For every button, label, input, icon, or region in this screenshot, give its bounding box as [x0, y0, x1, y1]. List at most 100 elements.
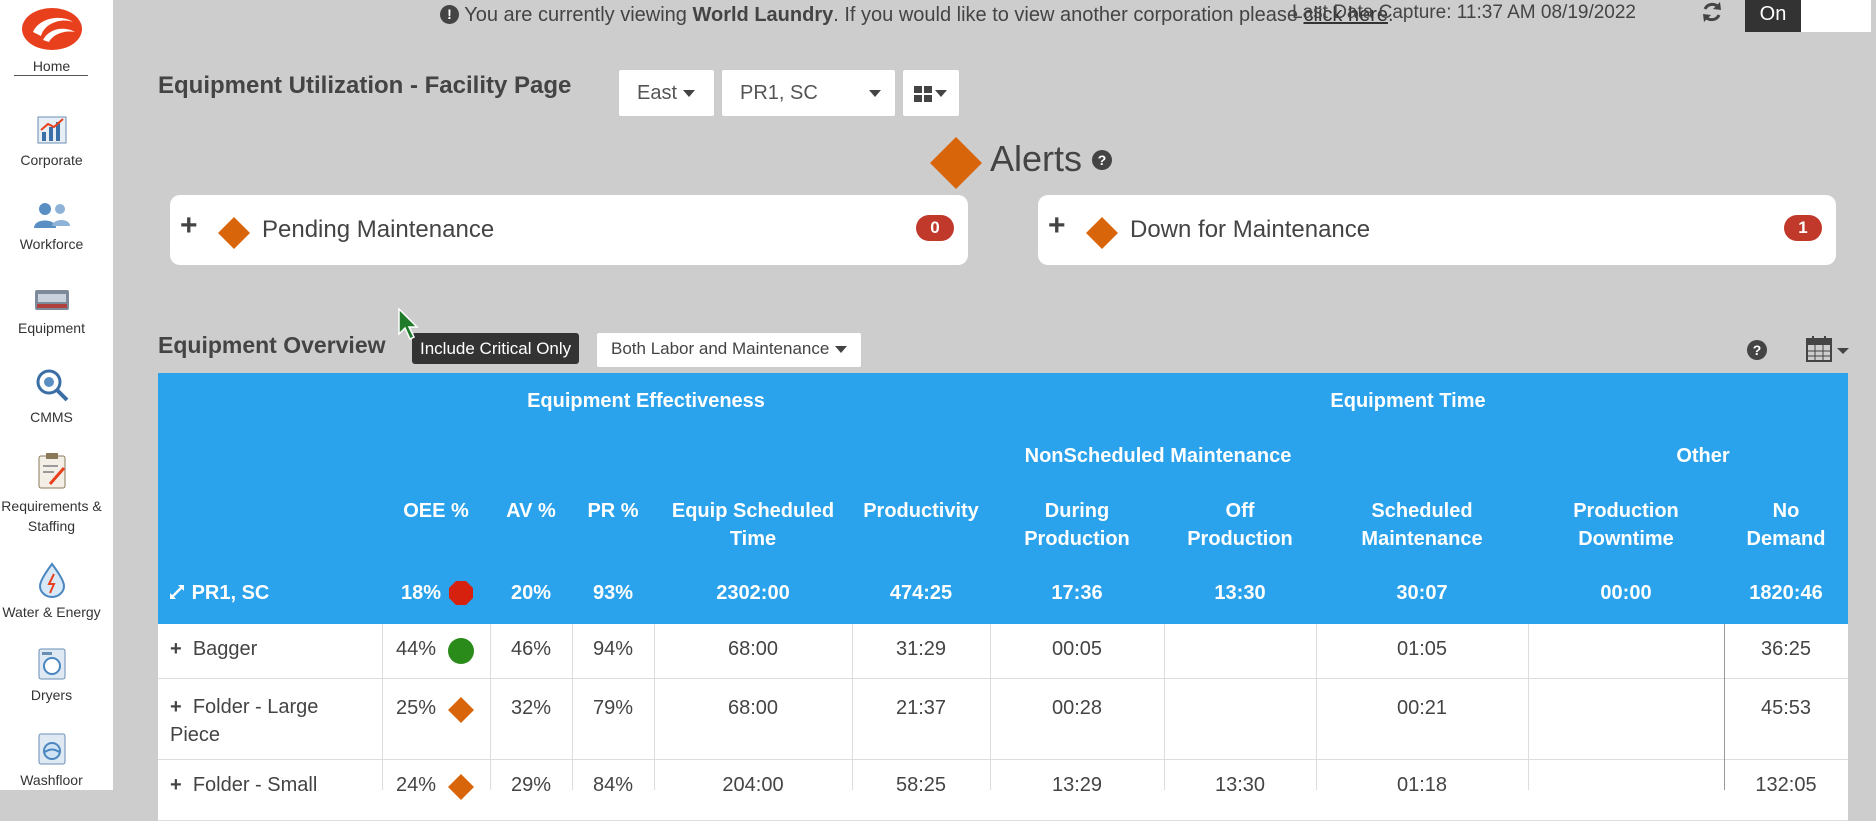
table-header: Equipment Effectiveness Equipment Time N…	[158, 373, 1848, 624]
during-production-value: 00:05	[1051, 638, 1103, 660]
alert-card-down-for-maintenance[interactable]: + Down for Maintenance 1	[1038, 195, 1836, 265]
alert-card-pending-maintenance[interactable]: + Pending Maintenance 0	[170, 195, 968, 265]
column-header-equip-scheduled-time[interactable]: Equip Scheduled Time	[654, 497, 852, 553]
sidebar-item-corporate[interactable]: Corporate	[0, 114, 103, 168]
equipment-name: Folder - Large	[192, 696, 319, 718]
productivity-value: 58:25	[895, 774, 947, 796]
sidebar-item-dryers[interactable]: Dryers	[0, 647, 103, 703]
scheduled-time-value: 68:00	[727, 697, 779, 719]
chevron-down-icon	[683, 90, 696, 98]
oee-value: 25%	[395, 697, 437, 719]
column-header-scheduled-maintenance[interactable]: Scheduled Maintenance	[1316, 497, 1528, 553]
calendar-icon[interactable]	[1805, 334, 1851, 364]
alert-label: Pending Maintenance	[262, 216, 495, 243]
home-logo-icon	[21, 8, 82, 50]
help-icon[interactable]: ?	[1092, 150, 1113, 170]
row-name[interactable]: + Folder - Small	[170, 774, 317, 797]
pr-value: 79%	[592, 697, 634, 719]
corporation-name: World Laundry	[692, 4, 834, 26]
row-name[interactable]: + Folder - Large Piece	[170, 693, 318, 749]
sidebar-item-label: Washfloor	[20, 772, 83, 788]
column-header-pr[interactable]: PR %	[572, 497, 654, 525]
sidebar-item-cmms[interactable]: CMMS	[0, 367, 103, 425]
divider	[14, 75, 88, 76]
alert-count-badge: 1	[1784, 215, 1822, 241]
view-mode-select[interactable]	[902, 69, 960, 117]
column-divider	[852, 624, 853, 790]
group-header-effectiveness: Equipment Effectiveness	[527, 390, 765, 412]
alerts-diamond-icon	[930, 137, 982, 189]
during-production-value: 13:29	[1051, 774, 1103, 796]
sidebar-item-home[interactable]: Home	[0, 6, 103, 74]
scheduled-maintenance-value: 01:05	[1396, 638, 1448, 660]
sidebar-item-label: Corporate	[20, 152, 83, 168]
equipment-name-line2: Piece	[170, 724, 221, 746]
sidebar-item-washfloor[interactable]: Washfloor	[0, 732, 103, 788]
facility-select[interactable]: PR1, SC	[721, 69, 896, 117]
expand-icon[interactable]: +	[170, 774, 182, 796]
table-row[interactable]: + Folder - Small 24% 29% 84% 204:00 58:2…	[158, 760, 1848, 821]
notice-prefix: You are currently viewing	[464, 4, 693, 26]
sidebar-item-equipment[interactable]: Equipment	[0, 286, 103, 336]
region-select[interactable]: East	[618, 69, 715, 117]
no-demand-value: 36:25	[1760, 638, 1812, 660]
total-row-name[interactable]: PR1, SC	[168, 579, 269, 607]
scheduled-time-value: 68:00	[727, 638, 779, 660]
expand-icon[interactable]: +	[180, 211, 198, 241]
sidebar-item-requirements-staffing[interactable]: Requirements & Staffing	[0, 452, 103, 536]
column-header-production-downtime[interactable]: Production Downtime	[1528, 497, 1724, 553]
dryer-icon	[38, 648, 65, 680]
labor-maintenance-select[interactable]: Both Labor and Maintenance	[596, 332, 863, 368]
column-header-oee[interactable]: OEE %	[382, 497, 490, 525]
table-row[interactable]: + Folder - Large Piece 25% 32% 79% 68:00 …	[158, 679, 1848, 760]
include-critical-only-button[interactable]: Include Critical Only	[412, 333, 580, 364]
sidebar-item-label: Equipment	[18, 320, 85, 336]
column-divider	[572, 624, 573, 790]
orange-diamond-icon	[218, 217, 250, 249]
total-off-production: 13:30	[1214, 582, 1266, 604]
expand-icon[interactable]: +	[170, 638, 182, 660]
alert-count-badge: 0	[916, 215, 954, 241]
total-during-production: 17:36	[1051, 582, 1103, 604]
equipment-overview-title: Equipment Overview	[158, 332, 386, 358]
expand-icon[interactable]: +	[170, 696, 182, 718]
sidebar-item-water-energy[interactable]: Water & Energy	[0, 562, 103, 620]
refresh-icon[interactable]	[1700, 0, 1724, 24]
column-header-productivity[interactable]: Productivity	[852, 497, 990, 525]
sidebar-item-label: CMMS	[30, 409, 73, 425]
column-header-during-production[interactable]: During Production	[990, 497, 1164, 553]
green-circle-icon	[448, 638, 474, 664]
on-off-toggle[interactable]: On	[1745, 0, 1871, 32]
page-title: Equipment Utilization - Facility Page	[158, 72, 572, 99]
column-header-av[interactable]: AV %	[490, 497, 572, 525]
alerts-title-text: Alerts	[990, 138, 1083, 179]
mouse-cursor-icon	[398, 308, 419, 340]
scheduled-maintenance-value: 00:21	[1396, 697, 1448, 719]
column-divider	[382, 624, 383, 790]
productivity-value: 21:37	[895, 697, 947, 719]
scheduled-time-value: 204:00	[722, 774, 784, 796]
no-demand-value: 132:05	[1755, 774, 1817, 796]
labor-select-value: Both Labor and Maintenance	[611, 339, 830, 358]
last-data-capture: Last Data Capture: 11:37 AM 08/19/2022	[1292, 2, 1636, 23]
av-value: 29%	[510, 774, 552, 796]
row-name[interactable]: + Bagger	[170, 638, 257, 661]
pr-value: 84%	[592, 774, 634, 796]
total-name: PR1, SC	[191, 582, 270, 604]
table-row[interactable]: + Bagger 44% 46% 94% 68:00 31:29 00:05 0…	[158, 624, 1848, 679]
chevron-down-icon	[869, 90, 881, 97]
clipboard-icon	[38, 453, 65, 489]
help-icon[interactable]: ?	[1747, 340, 1767, 360]
expand-arrows-icon[interactable]	[168, 583, 186, 601]
total-scheduled-maintenance: 30:07	[1396, 582, 1448, 604]
av-value: 46%	[510, 638, 552, 660]
expand-icon[interactable]: +	[1048, 211, 1066, 241]
info-icon: !	[440, 5, 459, 24]
sidebar-item-workforce[interactable]: Workforce	[0, 200, 103, 252]
washer-icon	[38, 733, 65, 765]
column-header-off-production[interactable]: Off Production	[1164, 497, 1316, 553]
column-header-no-demand[interactable]: No Demand	[1724, 497, 1848, 553]
total-no-demand: 1820:46	[1749, 582, 1823, 604]
machine-icon	[34, 290, 69, 310]
corporation-notice: ! You are currently viewing World Laundr…	[440, 4, 1394, 27]
